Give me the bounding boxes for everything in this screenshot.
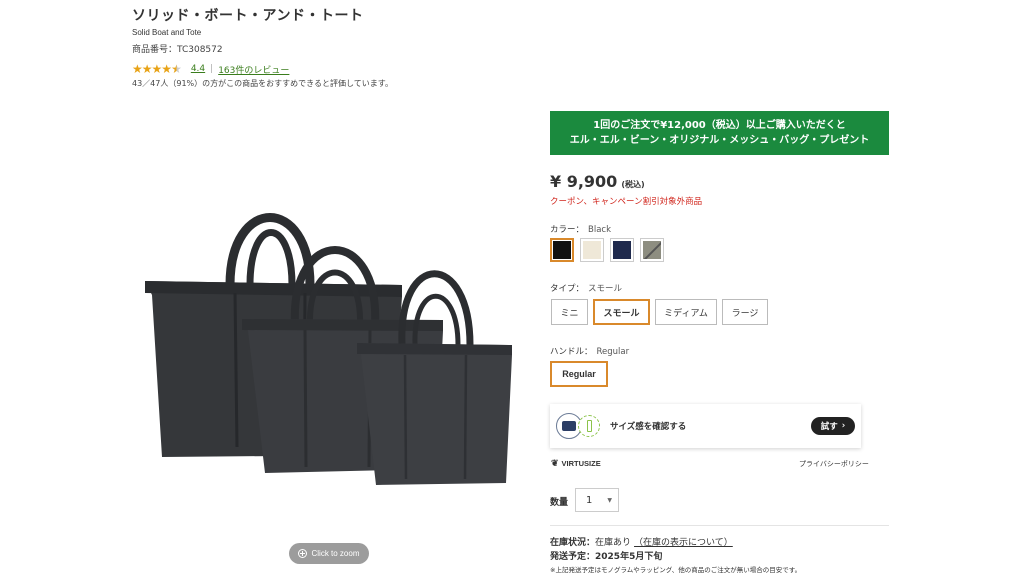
type-option-mini[interactable]: ミニ bbox=[551, 299, 588, 325]
handle-selected-value: Regular bbox=[596, 347, 630, 357]
product-image[interactable] bbox=[140, 185, 520, 490]
type-option-small[interactable]: スモール bbox=[593, 299, 650, 325]
price-amount: ¥ 9,900 bbox=[550, 172, 618, 191]
virtusize-mark-icon: ❦ bbox=[551, 458, 559, 468]
rating-value-link[interactable]: 4.4 bbox=[191, 64, 205, 74]
divider bbox=[550, 525, 889, 526]
star-icon: ★ bbox=[151, 62, 163, 76]
promo-line-1: 1回のご注文で¥12,000（税込）以上ご購入いただくと bbox=[593, 120, 846, 131]
size-check-text: サイズ感を確認する bbox=[610, 422, 687, 432]
product-sku: 商品番号：TC308572 bbox=[132, 45, 223, 55]
try-button-label: 試す bbox=[820, 422, 838, 432]
shipping-row: 発送予定：2025年5月下旬 bbox=[550, 549, 662, 562]
swatch-navy[interactable] bbox=[610, 238, 634, 262]
bottle-icon bbox=[578, 415, 600, 437]
quantity-label: 数量 bbox=[550, 498, 569, 508]
swatch-gray-unavailable[interactable] bbox=[640, 238, 664, 262]
star-icon: ★ bbox=[132, 62, 143, 76]
quantity-select[interactable]: 1 ▼ bbox=[575, 488, 619, 512]
price: ¥ 9,900 (税込) bbox=[550, 172, 645, 191]
stock-value: 在庫あり bbox=[595, 538, 632, 548]
price-tax-label: (税込) bbox=[621, 180, 645, 189]
type-option-medium[interactable]: ミディアム bbox=[655, 299, 717, 325]
chevron-down-icon: ▼ bbox=[607, 496, 612, 504]
handle-label-row: ハンドル： Regular bbox=[550, 345, 629, 357]
star-icon: ★ bbox=[141, 62, 153, 76]
swatch-black[interactable] bbox=[550, 238, 574, 262]
shipping-label: 発送予定： bbox=[550, 552, 596, 562]
privacy-policy-link[interactable]: プライバシーポリシー bbox=[799, 459, 869, 469]
stock-info-link[interactable]: （在庫の表示について） bbox=[634, 538, 733, 548]
chevron-right-icon: › bbox=[841, 421, 846, 431]
virtusize-brand: VIRTUSIZE bbox=[561, 459, 601, 468]
color-label: カラー： bbox=[550, 225, 585, 235]
zoom-button-label: Click to zoom bbox=[311, 549, 360, 558]
coupon-note: クーポン、キャンペーン割引対象外商品 bbox=[550, 197, 703, 207]
color-selected-value: Black bbox=[588, 225, 612, 235]
shipping-note: ※上記発送予定はモノグラムやラッピング、他の商品のご注文が無い場合の目安です。 bbox=[550, 566, 802, 574]
quantity-value: 1 bbox=[586, 494, 593, 506]
color-swatches bbox=[550, 238, 664, 262]
shipping-value: 2025年5月下旬 bbox=[595, 552, 663, 562]
product-subtitle: Solid Boat and Tote bbox=[132, 28, 202, 37]
size-check-widget[interactable]: サイズ感を確認する 試す › bbox=[550, 404, 861, 448]
handle-option-regular[interactable]: Regular bbox=[550, 361, 608, 387]
type-option-large[interactable]: ラージ bbox=[722, 299, 768, 325]
product-title: ソリッド・ボート・アンド・トート bbox=[132, 8, 364, 24]
reviews-link[interactable]: 163件のレビュー bbox=[218, 63, 289, 76]
star-icon: ★ bbox=[161, 62, 172, 76]
stock-status-row: 在庫状況：在庫あり （在庫の表示について） bbox=[550, 535, 733, 548]
rating-row: ★ ★ ★ ★ ★ 4.4 | 163件のレビュー bbox=[132, 62, 289, 76]
recommend-text: 43／47人（91%）の方がこの商品をおすすめできると評価しています。 bbox=[132, 79, 393, 88]
swatch-natural[interactable] bbox=[580, 238, 604, 262]
type-label-row: タイプ： スモール bbox=[550, 282, 622, 294]
type-options: ミニ スモール ミディアム ラージ bbox=[551, 299, 768, 325]
stock-label: 在庫状況： bbox=[550, 538, 596, 548]
zoom-in-icon bbox=[298, 549, 308, 558]
promo-banner[interactable]: 1回のご注文で¥12,000（税込）以上ご購入いただくと エル・エル・ビーン・オ… bbox=[550, 111, 889, 155]
handle-label: ハンドル： bbox=[550, 347, 593, 357]
virtusize-logo: ❦ VIRTUSIZE bbox=[551, 458, 601, 469]
type-selected-value: スモール bbox=[588, 284, 623, 294]
promo-line-2: エル・エル・ビーン・オリジナル・メッシュ・バッグ・プレゼント bbox=[569, 135, 870, 146]
rating-stars: ★ ★ ★ ★ ★ bbox=[132, 62, 182, 76]
size-compare-icons bbox=[556, 411, 604, 441]
try-button[interactable]: 試す › bbox=[811, 417, 855, 435]
type-label: タイプ： bbox=[550, 284, 585, 294]
half-star-icon: ★ bbox=[171, 62, 182, 76]
zoom-button[interactable]: Click to zoom bbox=[289, 543, 369, 564]
separator: | bbox=[210, 64, 214, 74]
color-label-row: カラー： Black bbox=[550, 223, 611, 235]
